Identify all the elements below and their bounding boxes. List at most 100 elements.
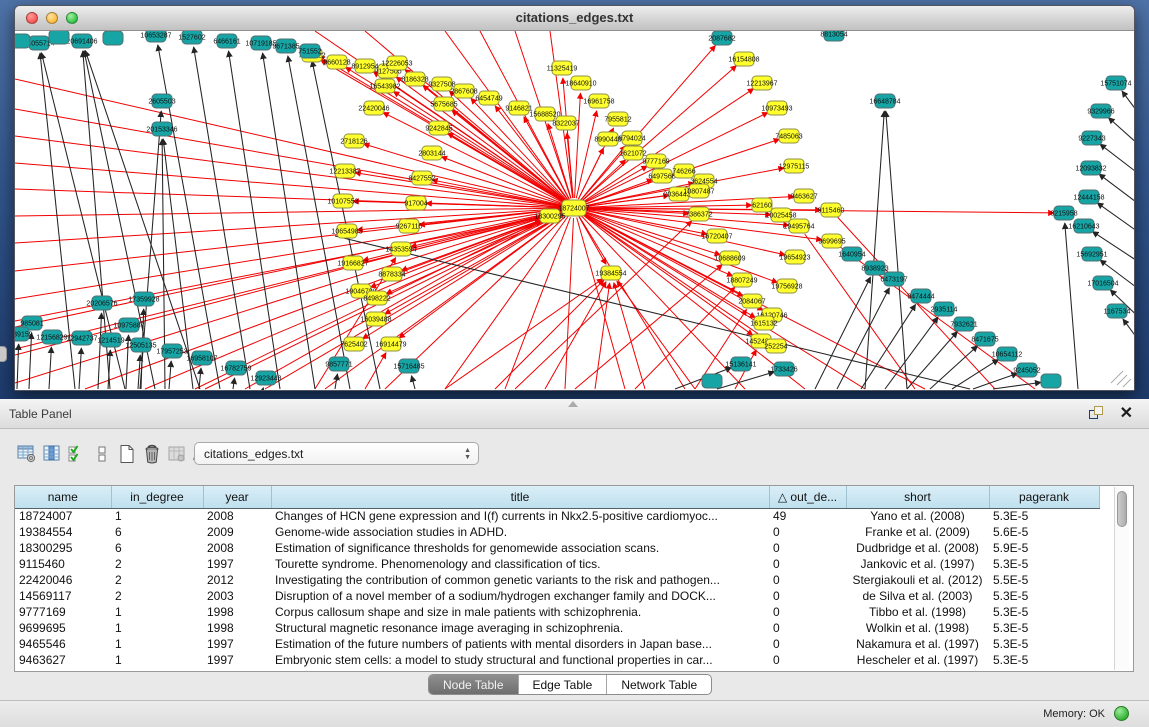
graph-node[interactable]: 2935114 xyxy=(931,302,958,316)
graph-node[interactable] xyxy=(49,31,69,44)
graph-node[interactable]: 15716485 xyxy=(393,359,424,373)
graph-node[interactable]: 7386372 xyxy=(685,207,712,221)
graph-node[interactable]: 15751074 xyxy=(1100,76,1131,90)
close-panel-button[interactable]: ✕ xyxy=(1120,403,1133,423)
collapsed-panel-grip[interactable] xyxy=(0,346,7,362)
show-column-button[interactable] xyxy=(39,442,64,466)
table-row[interactable]: 1872400712008Changes of HCN gene express… xyxy=(15,508,1099,524)
graph-node[interactable] xyxy=(1041,374,1061,388)
graph-node[interactable]: 8813054 xyxy=(820,31,847,41)
graph-node[interactable]: 2084067 xyxy=(738,294,765,308)
table-settings-button[interactable] xyxy=(14,442,39,466)
graph-node[interactable]: 19654923 xyxy=(779,250,810,264)
tab-node-table[interactable]: Node Table xyxy=(429,675,519,694)
column-header-in-degree[interactable]: in_degree xyxy=(111,486,203,508)
graph-node[interactable] xyxy=(15,34,30,48)
graph-node[interactable]: 12093832 xyxy=(1075,161,1106,175)
graph-node[interactable]: 12975115 xyxy=(779,159,810,173)
graph-node[interactable]: 7955812 xyxy=(604,112,631,126)
graph-node[interactable]: 1733426 xyxy=(770,362,797,376)
graph-node[interactable]: 9777169 xyxy=(642,154,669,168)
graph-node[interactable]: 62160 xyxy=(752,198,772,212)
table-row[interactable]: 1938455462009Genome-wide association stu… xyxy=(15,524,1099,540)
graph-node[interactable]: 7485063 xyxy=(775,129,802,143)
tab-network-table[interactable]: Network Table xyxy=(607,675,711,694)
graph-node[interactable]: 8186328 xyxy=(401,72,428,86)
network-canvas[interactable]: 1872400711325419186409101696175879558128… xyxy=(15,31,1134,390)
graph-node[interactable]: 16720407 xyxy=(701,229,732,243)
graph-node[interactable]: 9242845 xyxy=(425,121,452,135)
splitter-handle-icon[interactable] xyxy=(568,401,578,407)
graph-node[interactable]: 6466161 xyxy=(213,34,240,48)
graph-node[interactable]: 10688609 xyxy=(714,251,745,265)
graph-node[interactable]: 22420046 xyxy=(358,101,389,115)
graph-node[interactable]: 8322037 xyxy=(552,116,579,130)
graph-node[interactable]: 9463627 xyxy=(790,189,817,203)
graph-node[interactable]: 17957253 xyxy=(156,344,187,358)
graph-node[interactable]: 1615132 xyxy=(750,316,777,330)
graph-node[interactable]: 9474444 xyxy=(907,289,934,303)
table-vertical-scrollbar[interactable] xyxy=(1114,487,1129,670)
graph-node[interactable]: 15692951 xyxy=(1076,247,1107,261)
delete-button[interactable] xyxy=(139,442,164,466)
column-header-title[interactable]: title xyxy=(271,486,769,508)
graph-node[interactable]: 9660128 xyxy=(323,55,350,69)
graph-node[interactable]: 8498222 xyxy=(363,291,390,305)
graph-node[interactable] xyxy=(103,31,123,45)
graph-node[interactable]: 18640910 xyxy=(565,76,596,90)
graph-node[interactable]: 20153346 xyxy=(146,122,177,136)
graph-node[interactable]: 746266 xyxy=(672,164,695,178)
graph-node[interactable]: 9227343 xyxy=(1078,131,1105,145)
graph-node[interactable]: 2803144 xyxy=(418,146,445,160)
graph-node[interactable]: 5675685 xyxy=(430,97,457,111)
stacked-boxes-button[interactable] xyxy=(89,442,114,466)
graph-node[interactable]: 8427552 xyxy=(408,171,435,185)
graph-node[interactable]: 8878334 xyxy=(378,267,405,281)
graph-node[interactable]: 20206576 xyxy=(86,296,117,310)
graph-node[interactable]: 10975887 xyxy=(113,318,144,332)
column-header-out-degree-sorted[interactable]: △ out_de... xyxy=(769,486,846,508)
table-row[interactable]: 1456911722003Disruption of a novel membe… xyxy=(15,588,1099,604)
column-header-short[interactable]: short xyxy=(846,486,989,508)
graph-node[interactable]: 9857771 xyxy=(325,357,352,371)
graph-node[interactable]: 8215958 xyxy=(1050,206,1077,220)
graph-node[interactable]: 9267110 xyxy=(396,219,423,233)
graph-node[interactable]: 19384554 xyxy=(595,266,626,280)
graph-node[interactable]: 19756928 xyxy=(771,279,802,293)
graph-node[interactable]: 917004 xyxy=(404,196,427,210)
graph-node[interactable]: 16154808 xyxy=(728,52,759,66)
graph-node[interactable]: 6473197 xyxy=(880,272,907,286)
graph-node[interactable]: 1167534 xyxy=(1104,304,1131,318)
window-title-bar[interactable]: citations_edges.txt xyxy=(15,6,1134,31)
graph-node[interactable]: 20691406 xyxy=(66,34,97,48)
table-row[interactable]: 969969511998Structural magnetic resonanc… xyxy=(15,620,1099,636)
graph-node[interactable]: 10107553 xyxy=(327,194,358,208)
column-header-name[interactable]: name xyxy=(15,486,111,508)
column-header-pagerank[interactable]: pagerank xyxy=(989,486,1099,508)
memory-ok-icon[interactable] xyxy=(1114,706,1129,721)
graph-node[interactable]: 6794024 xyxy=(618,131,645,145)
graph-node[interactable]: 10653287 xyxy=(140,31,171,42)
float-panel-button[interactable] xyxy=(1089,406,1105,422)
graph-node[interactable]: 2867608 xyxy=(450,84,477,98)
graph-node[interactable]: 8471675 xyxy=(971,332,998,346)
network-graph[interactable]: 1872400711325419186409101696175879558128… xyxy=(15,31,1134,390)
graph-node[interactable]: 7625402 xyxy=(340,337,367,351)
graph-node[interactable]: 9699695 xyxy=(818,234,845,248)
graph-node[interactable]: 16648784 xyxy=(869,94,900,108)
table-row[interactable]: 946362711997Embryonic stem cells: a mode… xyxy=(15,652,1099,668)
graph-node[interactable]: 8938923 xyxy=(861,261,888,275)
graph-node[interactable]: 17016504 xyxy=(1087,276,1118,290)
graph-node[interactable]: 6454749 xyxy=(475,91,502,105)
table-row[interactable]: 946554611997Estimation of the future num… xyxy=(15,636,1099,652)
graph-node[interactable]: 2605503 xyxy=(148,94,175,108)
graph-node[interactable]: 1527602 xyxy=(178,31,205,44)
graph-node[interactable]: 9115460 xyxy=(818,203,845,217)
graph-node[interactable]: 12942737 xyxy=(66,331,97,345)
network-table-select[interactable]: citations_edges.txt ▲▼ xyxy=(194,442,479,465)
table-row[interactable]: 977716911998Corpus callosum shape and si… xyxy=(15,604,1099,620)
column-header-year[interactable]: year xyxy=(203,486,271,508)
tab-edge-table[interactable]: Edge Table xyxy=(519,675,608,694)
graph-node[interactable]: 8912954 xyxy=(351,59,378,73)
graph-node[interactable]: 15136141 xyxy=(725,357,756,371)
